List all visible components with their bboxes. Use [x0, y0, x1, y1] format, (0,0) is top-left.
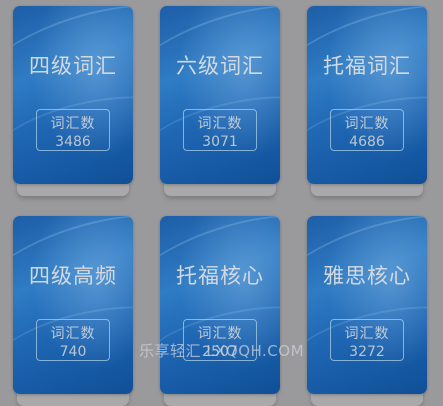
vocab-card-slot: 六级词汇 词汇数 3071 [160, 6, 280, 196]
word-count-box: 词汇数 2507 [183, 319, 257, 361]
vocab-card-cet4-words[interactable]: 四级词汇 词汇数 3486 [13, 6, 133, 184]
card-title: 托福核心 [176, 264, 264, 288]
word-count-value: 3071 [202, 134, 238, 150]
word-count-label: 词汇数 [344, 116, 390, 132]
card-title: 六级词汇 [176, 54, 264, 78]
word-count-value: 3272 [349, 344, 385, 360]
vocab-card-toefl-core[interactable]: 托福核心 词汇数 2507 [160, 216, 280, 394]
word-count-label: 词汇数 [50, 326, 96, 342]
card-title: 四级高频 [29, 264, 117, 288]
word-count-label: 词汇数 [197, 326, 243, 342]
vocab-card-cet4-frequent[interactable]: 四级高频 词汇数 740 [13, 216, 133, 394]
vocab-card-slot: 托福核心 词汇数 2507 [160, 216, 280, 406]
word-count-box: 词汇数 3486 [36, 109, 110, 151]
vocab-card-cet6-words[interactable]: 六级词汇 词汇数 3071 [160, 6, 280, 184]
word-count-label: 词汇数 [197, 116, 243, 132]
word-count-box: 词汇数 3272 [330, 319, 404, 361]
word-count-box: 词汇数 3071 [183, 109, 257, 151]
vocab-card-slot: 雅思核心 词汇数 3272 [307, 216, 427, 406]
vocab-card-slot: 四级词汇 词汇数 3486 [13, 6, 133, 196]
card-title: 托福词汇 [323, 54, 411, 78]
vocab-card-slot: 四级高频 词汇数 740 [13, 216, 133, 406]
word-count-label: 词汇数 [50, 116, 96, 132]
word-count-value: 2507 [202, 344, 238, 360]
vocab-card-slot: 托福词汇 词汇数 4686 [307, 6, 427, 196]
vocab-book-grid: { "cards": [ {"title": "四级词汇", "count_la… [0, 0, 443, 406]
card-title: 雅思核心 [323, 264, 411, 288]
word-count-value: 3486 [55, 134, 91, 150]
vocab-card-toefl-words[interactable]: 托福词汇 词汇数 4686 [307, 6, 427, 184]
word-count-box: 词汇数 4686 [330, 109, 404, 151]
word-count-value: 740 [59, 344, 87, 360]
vocab-card-ielts-core[interactable]: 雅思核心 词汇数 3272 [307, 216, 427, 394]
card-title: 四级词汇 [29, 54, 117, 78]
word-count-label: 词汇数 [344, 326, 390, 342]
word-count-box: 词汇数 740 [36, 319, 110, 361]
word-count-value: 4686 [349, 134, 385, 150]
